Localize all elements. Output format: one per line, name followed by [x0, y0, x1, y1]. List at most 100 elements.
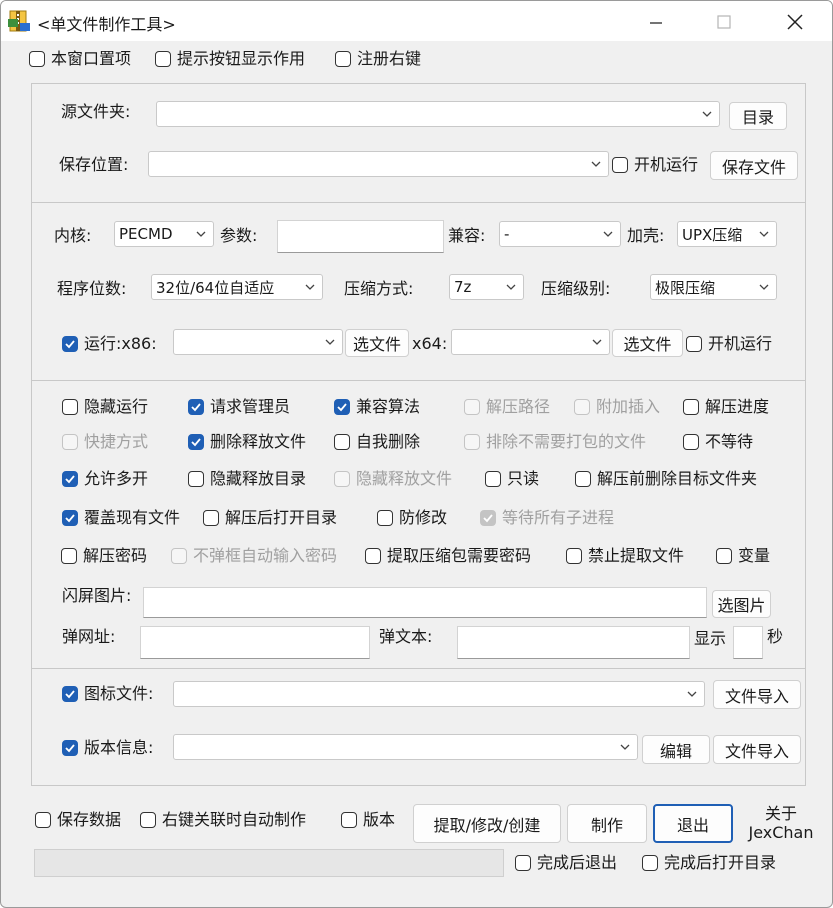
- checkbox-label: 不等待: [705, 432, 754, 451]
- delete-target-before-extract-checkbox[interactable]: 解压前删除目标文件夹: [575, 469, 757, 489]
- show-button-tips-checkbox[interactable]: 提示按钮显示作用: [155, 49, 305, 69]
- source-folder-combo[interactable]: [156, 101, 720, 127]
- splash-image-input[interactable]: [143, 587, 707, 618]
- wait-child-processes-checkbox[interactable]: 等待所有子进程: [480, 508, 614, 528]
- pick-x64-file-button[interactable]: 选文件: [612, 329, 683, 357]
- icon-file-combo[interactable]: [173, 681, 705, 707]
- popup-text-label: 弹文本:: [379, 627, 433, 646]
- popup-url-input[interactable]: [140, 626, 370, 659]
- make-button[interactable]: 制作: [567, 804, 647, 843]
- x64-file-combo[interactable]: [451, 329, 610, 355]
- version-import-button[interactable]: 文件导入: [713, 735, 801, 764]
- run-x86-checkbox[interactable]: 运行:x86:: [62, 334, 157, 354]
- shortcut-checkbox[interactable]: 快捷方式: [62, 432, 148, 452]
- checkbox-box: [155, 51, 171, 67]
- read-only-checkbox[interactable]: 只读: [485, 469, 539, 489]
- auto-make-checkbox[interactable]: 右键关联时自动制作: [140, 810, 306, 830]
- pick-image-button[interactable]: 选图片: [712, 590, 771, 618]
- version-info-checkbox[interactable]: 版本信息:: [62, 738, 153, 758]
- forbid-extract-checkbox[interactable]: 禁止提取文件: [566, 546, 684, 566]
- x86-file-combo[interactable]: [173, 329, 343, 355]
- checkbox-label: 兼容算法: [356, 397, 421, 416]
- kernel-combo[interactable]: PECMD: [114, 221, 214, 247]
- hide-run-checkbox[interactable]: 隐藏运行: [62, 397, 148, 417]
- compress-level-combo[interactable]: 极限压缩: [650, 274, 777, 300]
- boot-run-checkbox[interactable]: 开机运行: [612, 155, 698, 175]
- checkbox-label: 运行:x86:: [84, 334, 157, 353]
- checkbox-label: 开机运行: [634, 155, 699, 174]
- directory-button[interactable]: 目录: [729, 102, 787, 130]
- version-checkbox[interactable]: 版本: [341, 810, 395, 830]
- bits-label: 程序位数:: [57, 279, 127, 298]
- checkbox-label: 不弹框自动输入密码: [193, 546, 338, 565]
- x64-label: x64:: [412, 334, 448, 353]
- register-context-menu-checkbox[interactable]: 注册右键: [335, 49, 421, 69]
- checkbox-box: [464, 434, 480, 450]
- maximize-button[interactable]: [701, 7, 747, 37]
- icon-import-button[interactable]: 文件导入: [713, 680, 801, 709]
- icon-file-checkbox[interactable]: 图标文件:: [62, 684, 153, 704]
- seconds-input[interactable]: [733, 626, 763, 659]
- checkbox-label: 完成后退出: [537, 853, 618, 872]
- checkbox-label: 解压前删除目标文件夹: [597, 469, 758, 488]
- save-location-combo[interactable]: [148, 151, 609, 177]
- delete-released-files-checkbox[interactable]: 删除释放文件: [188, 432, 306, 452]
- extract-progress-checkbox[interactable]: 解压进度: [683, 397, 769, 417]
- params-label: 参数:: [220, 226, 258, 245]
- hide-release-dir-checkbox[interactable]: 隐藏释放目录: [188, 469, 306, 489]
- open-dir-after-done-checkbox[interactable]: 完成后打开目录: [642, 853, 776, 873]
- checkbox-box: [203, 510, 219, 526]
- checkbox-label: 提取压缩包需要密码: [387, 546, 532, 565]
- seconds-label: 秒: [767, 627, 784, 646]
- anti-modify-checkbox[interactable]: 防修改: [377, 508, 447, 528]
- checkbox-box: [335, 51, 351, 67]
- exit-button[interactable]: 退出: [653, 804, 733, 843]
- open-dir-after-extract-checkbox[interactable]: 解压后打开目录: [203, 508, 337, 528]
- exclude-files-checkbox[interactable]: 排除不需要打包的文件: [464, 432, 646, 452]
- hide-release-files-checkbox[interactable]: 隐藏释放文件: [334, 469, 452, 489]
- window-topmost-checkbox[interactable]: 本窗口置项: [29, 49, 131, 69]
- checkbox-label: 删除释放文件: [210, 432, 307, 451]
- compat-algorithm-checkbox[interactable]: 兼容算法: [334, 397, 420, 417]
- shell-combo[interactable]: UPX压缩: [677, 221, 777, 247]
- attach-insert-checkbox[interactable]: 附加插入: [574, 397, 660, 417]
- checkbox-box: [515, 855, 531, 871]
- params-input[interactable]: [277, 220, 444, 253]
- boot-run-2-checkbox[interactable]: 开机运行: [686, 334, 772, 354]
- request-admin-checkbox[interactable]: 请求管理员: [188, 397, 290, 417]
- checkbox-box: [188, 434, 204, 450]
- compat-combo[interactable]: -: [499, 221, 621, 247]
- close-button[interactable]: [772, 7, 818, 37]
- checkbox-box: [62, 686, 78, 702]
- about-link[interactable]: 关于 JexChan: [746, 804, 816, 842]
- exit-after-done-checkbox[interactable]: 完成后退出: [515, 853, 617, 873]
- extract-password-checkbox[interactable]: 解压密码: [61, 546, 147, 566]
- checkbox-box: [62, 510, 78, 526]
- minimize-button[interactable]: [633, 7, 679, 37]
- chevron-down-icon: [759, 231, 769, 237]
- extract-needs-password-checkbox[interactable]: 提取压缩包需要密码: [365, 546, 531, 566]
- chevron-down-icon: [592, 339, 602, 345]
- popup-text-input[interactable]: [457, 626, 690, 659]
- extract-modify-create-button[interactable]: 提取/修改/创建: [413, 804, 561, 843]
- bits-combo[interactable]: 32位/64位自适应: [151, 274, 323, 300]
- combo-value: 32位/64位自适应: [156, 278, 275, 297]
- self-delete-checkbox[interactable]: 自我删除: [334, 432, 420, 452]
- compress-method-combo[interactable]: 7z: [449, 274, 524, 300]
- allow-multiple-checkbox[interactable]: 允许多开: [62, 469, 148, 489]
- extract-path-checkbox[interactable]: 解压路径: [464, 397, 550, 417]
- no-wait-checkbox[interactable]: 不等待: [683, 432, 753, 452]
- edit-version-button[interactable]: 编辑: [642, 735, 710, 764]
- checkbox-label: 保存数据: [57, 810, 122, 829]
- compress-method-label: 压缩方式:: [344, 279, 414, 298]
- overwrite-existing-checkbox[interactable]: 覆盖现有文件: [62, 508, 180, 528]
- checkbox-box: [334, 434, 350, 450]
- auto-input-password-checkbox[interactable]: 不弹框自动输入密码: [171, 546, 337, 566]
- variable-checkbox[interactable]: 变量: [716, 546, 770, 566]
- save-file-button[interactable]: 保存文件: [710, 151, 798, 180]
- pick-x86-file-button[interactable]: 选文件: [345, 329, 409, 357]
- version-info-combo[interactable]: [173, 734, 638, 760]
- checkbox-box: [575, 471, 591, 487]
- save-data-checkbox[interactable]: 保存数据: [35, 810, 121, 830]
- checkbox-box: [188, 399, 204, 415]
